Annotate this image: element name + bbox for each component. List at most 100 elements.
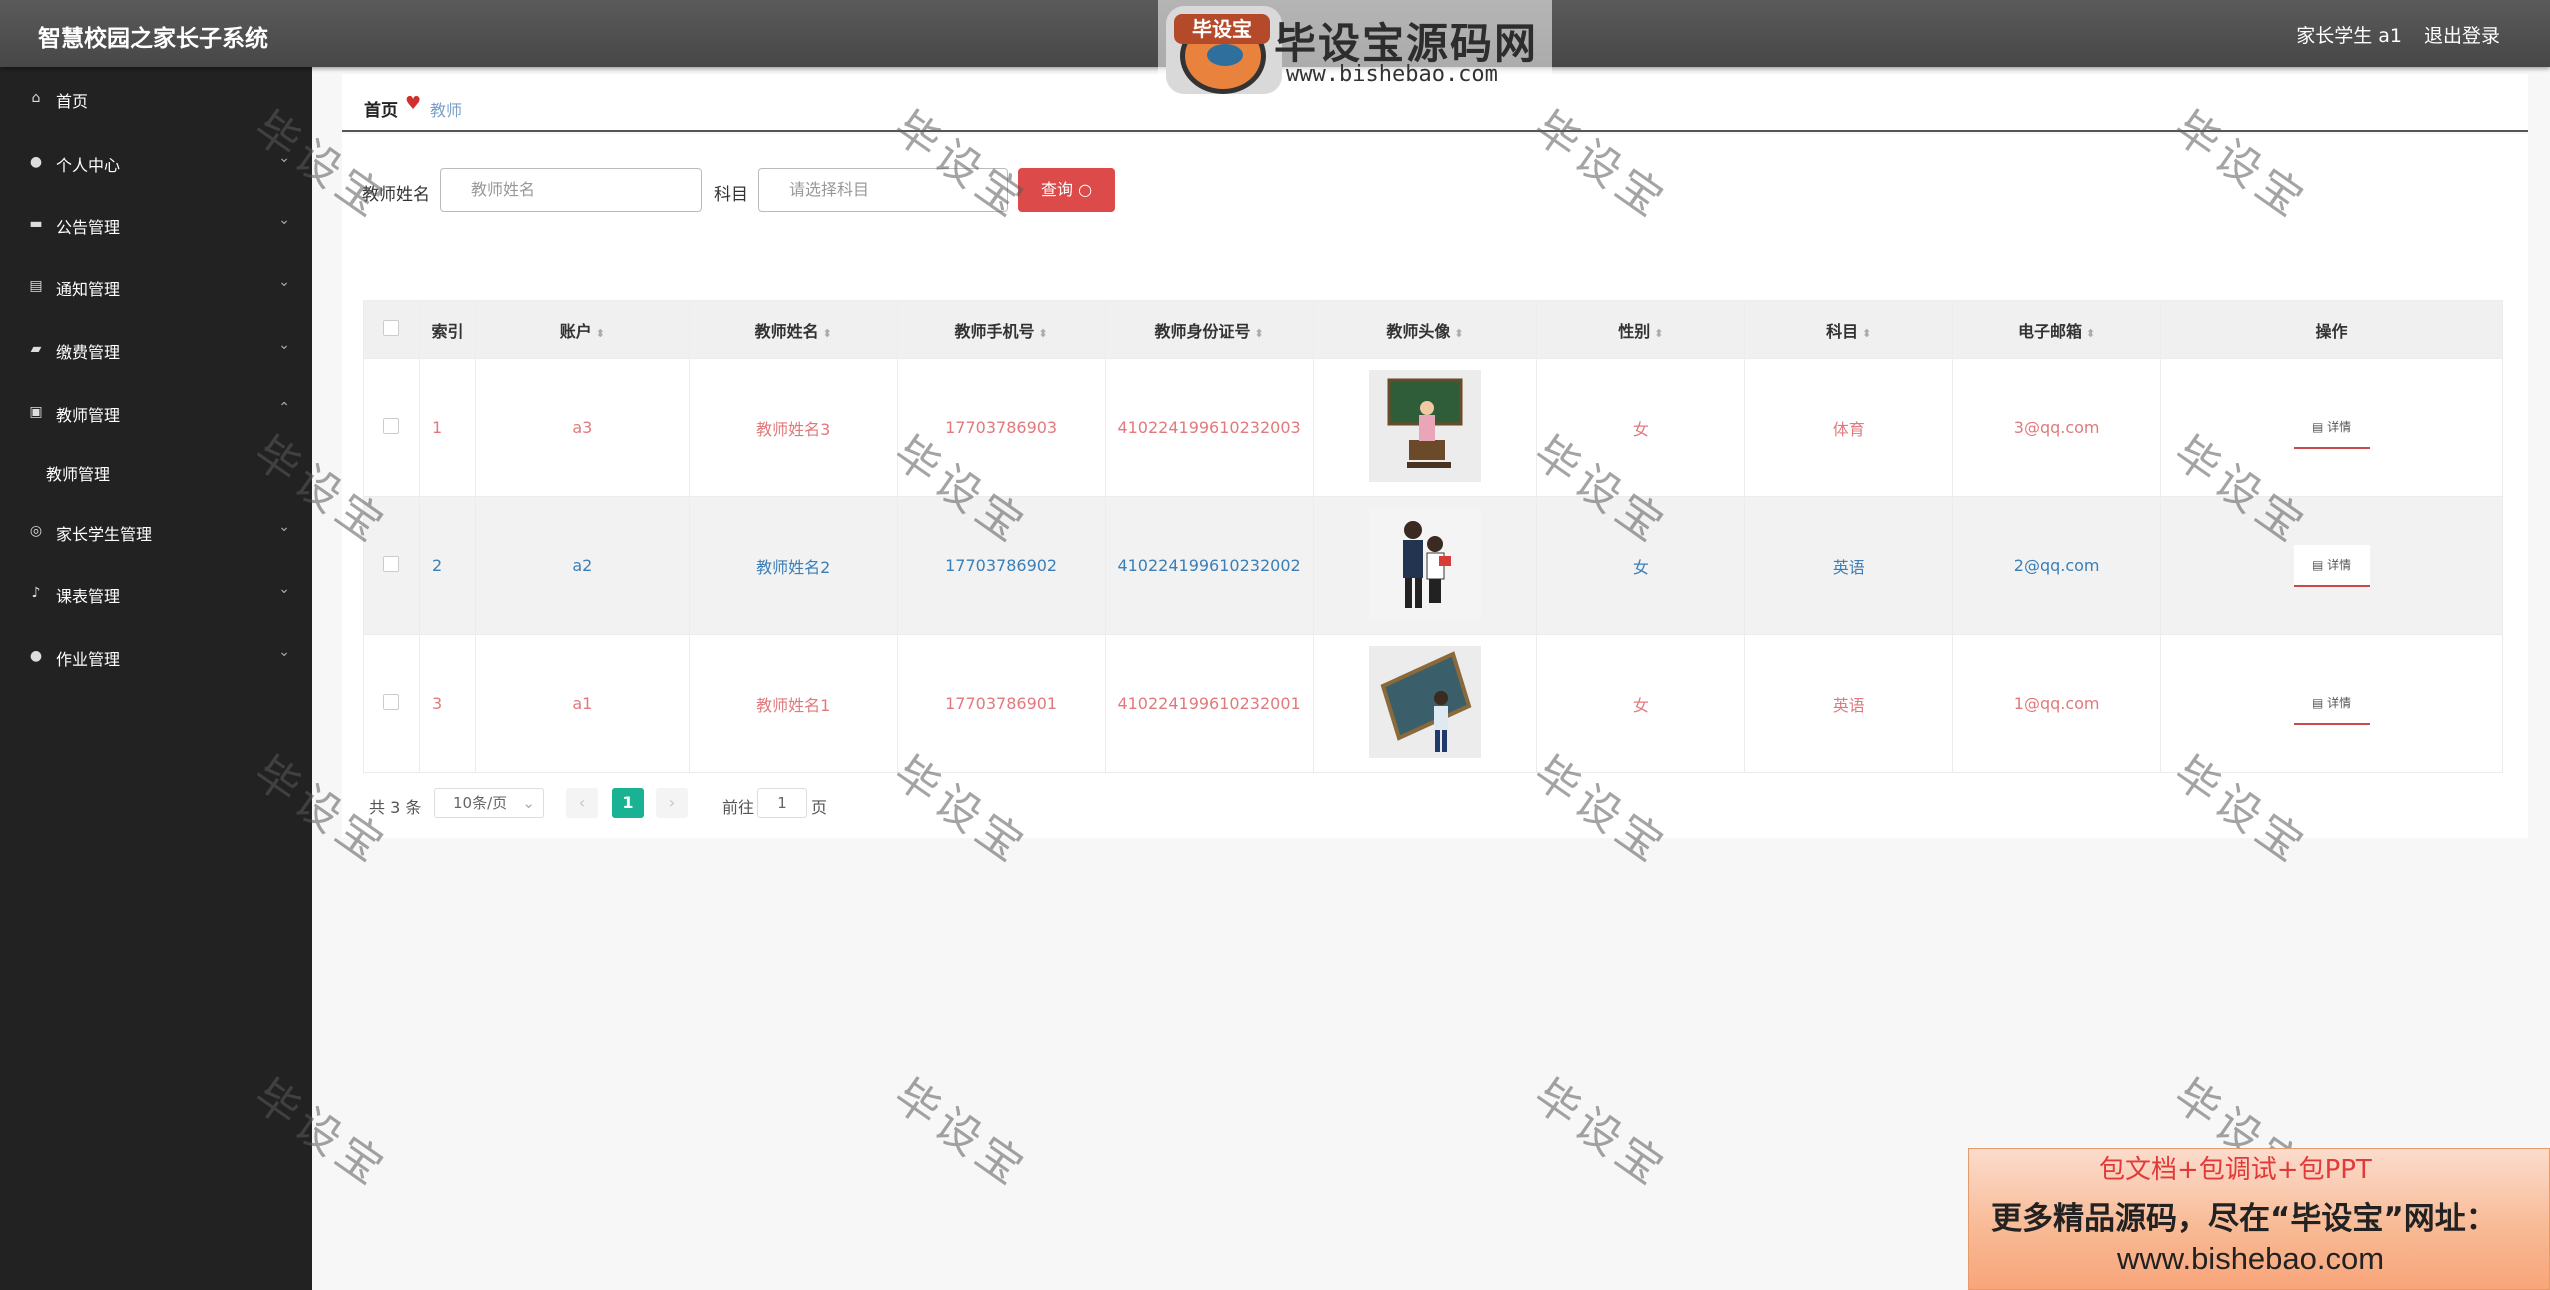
sidebar-item-payments[interactable]: ▰ 缴费管理 ⌄: [0, 324, 312, 374]
cell-email: 2@qq.com: [1952, 496, 2162, 635]
sort-icon[interactable]: ⬍: [596, 327, 605, 340]
chart-icon: ▤: [29, 278, 43, 294]
sort-icon[interactable]: ⬍: [823, 327, 832, 340]
teacher-avatar-image[interactable]: [1369, 507, 1481, 620]
page-size-select[interactable]: 10条/页 ⌄: [434, 788, 544, 818]
column-header-avatar[interactable]: 教师头像 ⬍: [1312, 300, 1538, 359]
chevron-down-icon: ⌄: [278, 274, 290, 290]
cell-name: 教师姓名3: [688, 358, 898, 497]
sidebar-item-parents-students[interactable]: ◎ 家长学生管理 ⌄: [0, 506, 312, 556]
heart-icon: ♥: [405, 93, 422, 114]
chevron-down-icon: ⌄: [522, 794, 535, 812]
user-icon: ●: [29, 648, 43, 664]
sidebar-item-profile[interactable]: ● 个人中心 ⌄: [0, 137, 312, 187]
search-button-label: 查询: [1040, 180, 1073, 199]
cell-actions: ▤ 详情: [2160, 358, 2503, 497]
logout-link[interactable]: 退出登录: [2424, 21, 2500, 48]
detail-button[interactable]: ▤ 详情: [2293, 406, 2370, 449]
column-header-subject[interactable]: 科目 ⬍: [1744, 300, 1954, 359]
sidebar-item-notices[interactable]: ▤ 通知管理 ⌄: [0, 261, 312, 311]
prev-page-button[interactable]: ‹: [566, 788, 598, 818]
select-all-checkbox[interactable]: [383, 319, 400, 336]
row-select-cell[interactable]: [363, 358, 420, 497]
teacher-name-label: 教师姓名: [362, 185, 430, 205]
chevron-down-icon: ⌄: [278, 581, 290, 597]
sort-icon[interactable]: ⬍: [1862, 327, 1871, 340]
select-all-cell[interactable]: [363, 300, 420, 359]
cell-email: 1@qq.com: [1952, 634, 2162, 773]
subject-select[interactable]: 请选择科目: [758, 168, 1008, 212]
chevron-down-icon: ⌄: [278, 644, 290, 660]
column-header-phone[interactable]: 教师手机号 ⬍: [896, 300, 1106, 359]
sidebar-item-label: 家长学生管理: [56, 525, 153, 544]
sort-icon[interactable]: ⬍: [1254, 327, 1263, 340]
row-checkbox[interactable]: [383, 693, 400, 710]
row-checkbox[interactable]: [383, 417, 400, 434]
brand-logo: 毕设宝 毕设宝源码网 www.bishebao.com: [1158, 0, 1552, 96]
row-select-cell[interactable]: [363, 496, 420, 635]
column-header-label: 教师手机号: [954, 321, 1035, 341]
detail-button[interactable]: ▤ 详情: [2293, 682, 2370, 725]
goto-prefix: 前往: [722, 798, 755, 817]
chevron-up-icon: ⌃: [278, 400, 290, 416]
cell-avatar: [1312, 358, 1538, 497]
row-select-cell[interactable]: [363, 634, 420, 773]
cell-phone: 17703786901: [896, 634, 1106, 773]
app-title: 智慧校园之家长子系统: [38, 26, 268, 52]
row-checkbox[interactable]: [383, 555, 400, 572]
sidebar-item-label: 作业管理: [56, 650, 121, 669]
column-header-gender[interactable]: 性别 ⬍: [1536, 300, 1746, 359]
search-button[interactable]: 查询 ○: [1018, 168, 1115, 212]
detail-button-label: 详情: [2327, 557, 2352, 572]
cell-subject: 英语: [1744, 496, 1954, 635]
teacher-table: 索引 账户 ⬍ 教师姓名 ⬍ 教师手机号 ⬍ 教师身份证号 ⬍ 教师头像 ⬍ 性别 ⬍ 科目…: [363, 300, 2503, 773]
column-header: 索引: [418, 300, 476, 359]
sort-icon[interactable]: ⬍: [1454, 327, 1463, 340]
sidebar-item-announcements[interactable]: ▬ 公告管理 ⌄: [0, 199, 312, 249]
sort-icon[interactable]: ⬍: [2086, 327, 2095, 340]
user-icon: ●: [29, 154, 43, 170]
sidebar-subitem-teacher-management[interactable]: 教师管理: [46, 461, 110, 485]
sidebar-item-label: 通知管理: [56, 280, 121, 299]
cell-phone: 17703786903: [896, 358, 1106, 497]
sidebar-item-homework[interactable]: ● 作业管理 ⌄: [0, 631, 312, 681]
cell-gender: 女: [1536, 634, 1746, 773]
sidebar-item-label: 课表管理: [56, 587, 121, 606]
sort-icon[interactable]: ⬍: [1039, 327, 1048, 340]
detail-button[interactable]: ▤ 详情: [2293, 544, 2370, 587]
teacher-avatar-image[interactable]: [1369, 645, 1481, 758]
sort-icon[interactable]: ⬍: [1654, 327, 1663, 340]
cell-index: 1: [418, 358, 476, 497]
promo-banner[interactable]: 包文档+包调试+包PPT 更多精品源码，尽在“毕设宝”网址： www.bishe…: [1968, 1148, 2550, 1290]
document-icon: ▤: [2311, 419, 2328, 434]
column-header-email[interactable]: 电子邮箱 ⬍: [1952, 300, 2162, 359]
column-header-label: 科目: [1826, 321, 1859, 341]
breadcrumb-home[interactable]: 首页: [364, 96, 398, 121]
logo-eye-icon: [1207, 44, 1243, 66]
teacher-name-input[interactable]: 教师姓名: [440, 168, 702, 212]
promo-line-2: 更多精品源码，尽在“毕设宝”网址：: [1991, 1201, 2497, 1237]
watermark-text: 毕设宝: [884, 1069, 1037, 1198]
home-icon: ⌂: [31, 90, 41, 106]
cell-subject: 体育: [1744, 358, 1954, 497]
next-page-button[interactable]: ›: [656, 788, 688, 818]
current-user[interactable]: 家长学生 a1: [2296, 21, 2402, 48]
column-header-name[interactable]: 教师姓名 ⬍: [688, 300, 898, 359]
column-header-label: 教师头像: [1386, 321, 1451, 341]
goto-page-input[interactable]: 1: [757, 788, 807, 818]
page-number-button[interactable]: 1: [612, 788, 644, 818]
column-header-label: 性别: [1618, 321, 1651, 341]
sidebar-item-label: 公告管理: [56, 218, 121, 237]
promo-url: www.bishebao.com: [2117, 1241, 2385, 1276]
bell-icon: ♪: [31, 585, 41, 601]
sidebar-item-home[interactable]: ⌂ 首页: [0, 73, 312, 123]
sidebar-item-timetable[interactable]: ♪ 课表管理 ⌄: [0, 568, 312, 618]
chevron-down-icon: ⌄: [278, 150, 290, 166]
sidebar-item-teachers[interactable]: ▣ 教师管理 ⌃: [0, 387, 312, 437]
column-header-account[interactable]: 账户 ⬍: [474, 300, 690, 359]
column-header-id[interactable]: 教师身份证号 ⬍: [1104, 300, 1314, 359]
cell-account: a2: [474, 496, 690, 635]
teacher-avatar-image[interactable]: [1369, 369, 1481, 482]
chevron-down-icon: ⌄: [278, 212, 290, 228]
sidebar: ⌂ 首页 ● 个人中心 ⌄ ▬ 公告管理 ⌄ ▤ 通知管理 ⌄ ▰ 缴费管理 ⌄…: [0, 67, 312, 1290]
